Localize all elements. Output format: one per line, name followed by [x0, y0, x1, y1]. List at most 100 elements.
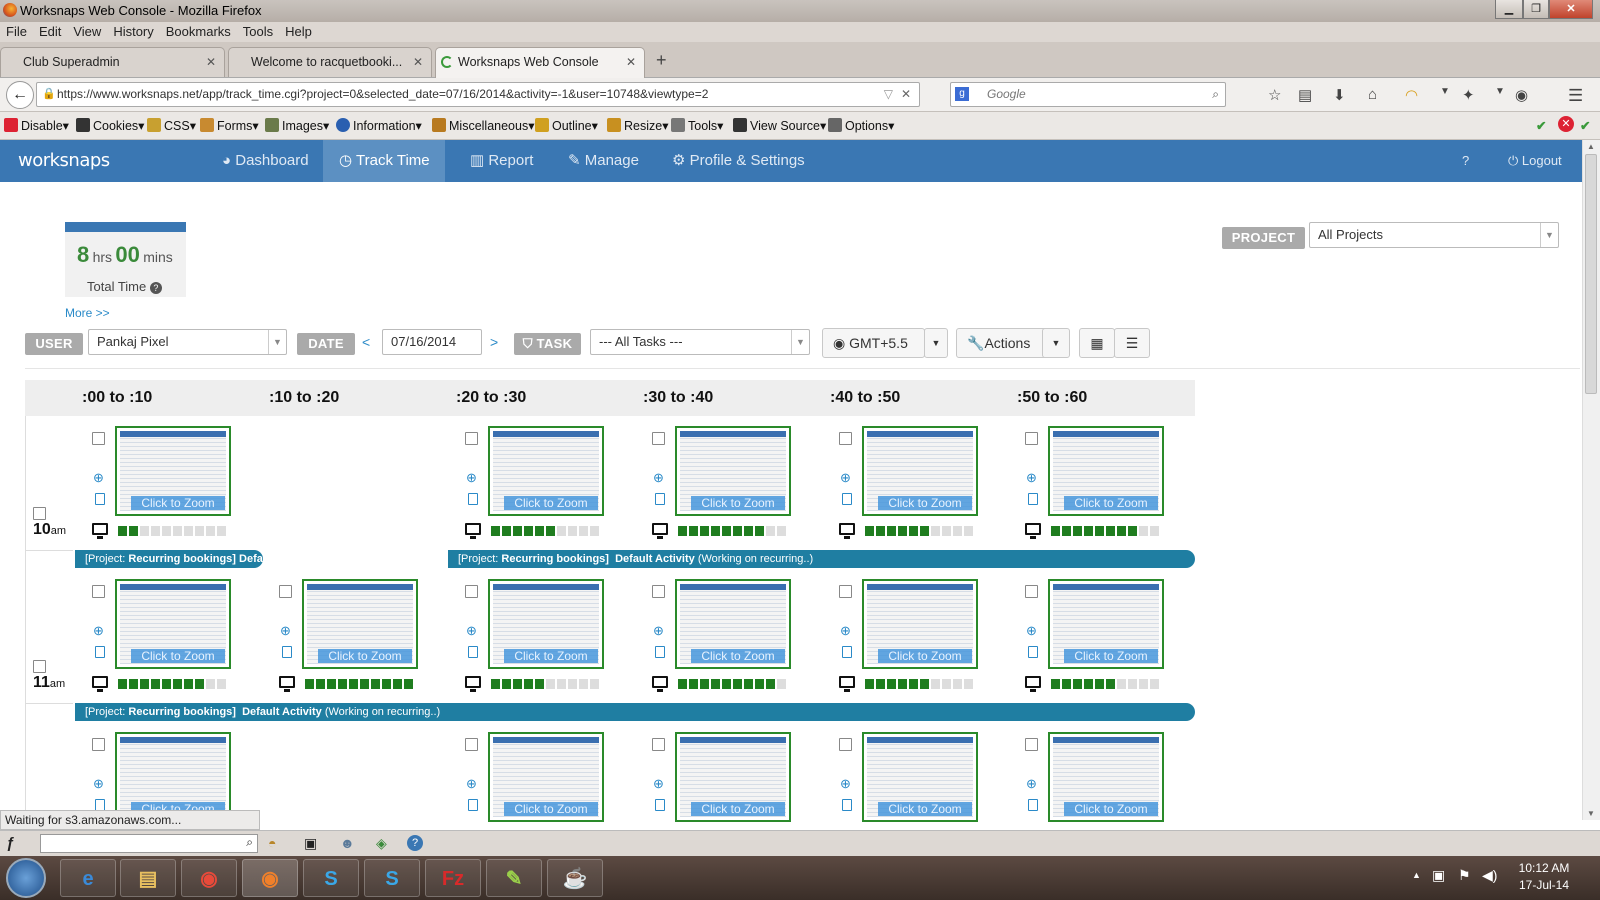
screenshot-thumbnail[interactable]: Click to Zoom [115, 426, 231, 516]
bookmark-star-icon[interactable]: ☆ [1268, 86, 1281, 104]
search-box[interactable]: g Google ⌕ [950, 82, 1226, 107]
scroll-down-icon[interactable]: ▼ [1587, 809, 1595, 818]
tool-information[interactable]: Information▾ [336, 118, 422, 133]
screenshot-checkbox[interactable] [1025, 432, 1038, 445]
close-window-button[interactable]: ✕ [1549, 0, 1593, 19]
url-dropdown-icon[interactable]: ▽ [884, 83, 893, 106]
notes-icon[interactable] [468, 799, 478, 811]
click-to-zoom-label[interactable]: Click to Zoom [691, 802, 785, 816]
screenshot-thumbnail[interactable]: Click to Zoom [1048, 579, 1164, 669]
firebug-icon[interactable]: ƒ [6, 835, 14, 852]
notepad-icon[interactable]: ✎ [486, 859, 542, 897]
skype-icon[interactable]: S [303, 859, 359, 897]
user-select[interactable]: Pankaj Pixel ▼ [88, 329, 287, 355]
notes-icon[interactable] [655, 646, 665, 658]
validation-ok-icon[interactable]: ✔ [1580, 118, 1590, 133]
task-select[interactable]: --- All Tasks --- ▼ [590, 329, 810, 355]
firefox-icon[interactable]: ◉ [242, 859, 298, 897]
screenshot-thumbnail[interactable]: Click to Zoom [488, 426, 604, 516]
date-input[interactable]: 07/16/2014 [382, 329, 482, 355]
validation-error-icon[interactable]: ✕ [1558, 116, 1574, 132]
nav-dashboard[interactable]: ◕ Dashboard [212, 140, 319, 182]
notes-icon[interactable] [95, 493, 105, 505]
menu-edit[interactable]: Edit [33, 22, 67, 39]
addon-people-icon[interactable]: ☻ [340, 835, 355, 851]
home-icon[interactable]: ⌂ [1368, 86, 1377, 103]
tool-tools[interactable]: Tools▾ [671, 118, 723, 133]
new-tab-icon[interactable]: + [656, 50, 667, 71]
next-date-button[interactable]: > [490, 334, 498, 350]
zoom-in-icon[interactable]: ⊕ [93, 623, 104, 639]
url-bar[interactable]: 🔒 https://www.worksnaps.net/app/track_ti… [36, 82, 920, 107]
menu-icon[interactable]: ☰ [1568, 86, 1583, 106]
notes-icon[interactable] [282, 646, 292, 658]
tab-racquetbooking[interactable]: Welcome to racquetbooki... ✕ [228, 47, 432, 77]
page-scrollbar[interactable]: ▲ ▼ [1582, 140, 1600, 820]
tool-view-source[interactable]: View Source▾ [733, 118, 826, 133]
click-to-zoom-label[interactable]: Click to Zoom [878, 802, 972, 816]
addon-hat-icon[interactable]: ◓ [268, 835, 276, 851]
screenshot-checkbox[interactable] [652, 432, 665, 445]
tray-expand-icon[interactable]: ▲ [1412, 870, 1421, 880]
addon-search-input[interactable]: ⌕ [40, 834, 258, 853]
help-icon[interactable]: ? [407, 835, 423, 851]
nav-track-time[interactable]: ◷ Track Time [323, 140, 445, 182]
zoom-in-icon[interactable]: ⊕ [280, 623, 291, 639]
click-to-zoom-label[interactable]: Click to Zoom [1064, 496, 1158, 510]
list-view-button[interactable]: ☰ [1114, 328, 1150, 358]
grid-view-button[interactable]: ▦ [1079, 328, 1115, 358]
zoom-in-icon[interactable]: ⊕ [466, 623, 477, 639]
internet-explorer-icon[interactable]: e [60, 859, 116, 897]
hour-checkbox[interactable] [33, 660, 46, 673]
file-explorer-icon[interactable]: ▤ [120, 859, 176, 897]
zoom-in-icon[interactable]: ⊕ [840, 776, 851, 792]
system-clock[interactable]: 10:12 AM 17-Jul-14 [1514, 860, 1574, 894]
zoom-in-icon[interactable]: ⊕ [653, 776, 664, 792]
click-to-zoom-label[interactable]: Click to Zoom [691, 496, 785, 510]
tool-miscellaneous[interactable]: Miscellaneous▾ [432, 118, 534, 133]
screenshot-thumbnail[interactable]: Click to Zoom [862, 426, 978, 516]
validation-ok-icon[interactable]: ✔ [1536, 118, 1546, 133]
menu-bookmarks[interactable]: Bookmarks [160, 22, 237, 39]
click-to-zoom-label[interactable]: Click to Zoom [504, 802, 598, 816]
screenshot-checkbox[interactable] [1025, 738, 1038, 751]
zoom-in-icon[interactable]: ⊕ [653, 470, 664, 486]
screenshot-checkbox[interactable] [465, 432, 478, 445]
flag-icon[interactable]: ⚑ [1458, 867, 1471, 884]
screenshot-thumbnail[interactable]: Click to Zoom [675, 579, 791, 669]
dropdown-icon[interactable]: ▼ [1440, 86, 1450, 97]
nav-profile-settings[interactable]: ⚙ Profile & Settings [662, 140, 815, 182]
scroll-up-icon[interactable]: ▲ [1587, 142, 1595, 151]
screenshot-checkbox[interactable] [92, 585, 105, 598]
screenshot-checkbox[interactable] [652, 738, 665, 751]
click-to-zoom-label[interactable]: Click to Zoom [318, 649, 412, 663]
notes-icon[interactable] [1028, 799, 1038, 811]
notes-icon[interactable] [468, 646, 478, 658]
tab-club-superadmin[interactable]: Club Superadmin ✕ [0, 47, 225, 77]
click-to-zoom-label[interactable]: Click to Zoom [1064, 649, 1158, 663]
addon-device-icon[interactable]: ▣ [304, 835, 317, 852]
screenshot-checkbox[interactable] [279, 585, 292, 598]
back-button-icon[interactable]: ← [6, 81, 34, 109]
nav-report[interactable]: ▥ Report [460, 140, 543, 182]
screenshot-thumbnail[interactable]: Click to Zoom [302, 579, 418, 669]
help-icon[interactable]: ? [149, 282, 162, 294]
screenshot-thumbnail[interactable]: Click to Zoom [862, 579, 978, 669]
zoom-in-icon[interactable]: ⊕ [93, 776, 104, 792]
logout-link[interactable]: ⏻ Logout [1508, 140, 1562, 182]
tool-cookies[interactable]: Cookies▾ [76, 118, 144, 133]
screenshot-thumbnail[interactable]: Click to Zoom [862, 732, 978, 822]
screenshot-thumbnail[interactable]: Click to Zoom [115, 579, 231, 669]
task-bar[interactable]: [Project: Recurring bookings] Default Ac… [448, 550, 1195, 568]
screenshot-checkbox[interactable] [839, 432, 852, 445]
minimize-button[interactable]: ▁ [1495, 0, 1523, 19]
screenshot-thumbnail[interactable]: Click to Zoom [675, 426, 791, 516]
menu-view[interactable]: View [67, 22, 107, 39]
notes-icon[interactable] [655, 493, 665, 505]
start-button-icon[interactable] [6, 858, 46, 898]
tool-css[interactable]: CSS▾ [147, 118, 196, 133]
search-icon[interactable]: ⌕ [1212, 83, 1219, 106]
screenshot-checkbox[interactable] [1025, 585, 1038, 598]
close-tab-icon[interactable]: ✕ [413, 48, 423, 76]
tool-outline[interactable]: Outline▾ [535, 118, 598, 133]
